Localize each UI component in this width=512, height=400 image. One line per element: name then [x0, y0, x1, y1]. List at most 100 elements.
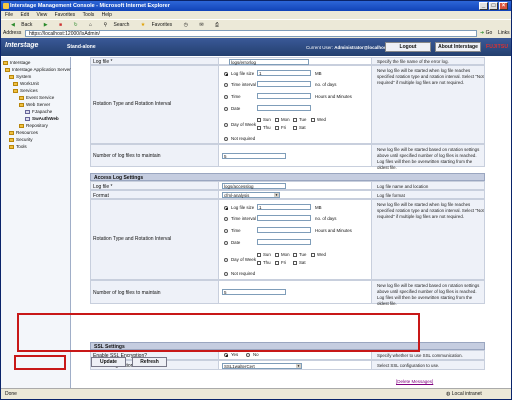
- logout-button[interactable]: Logout: [385, 42, 431, 52]
- error-date-radio[interactable]: [224, 107, 228, 111]
- ie-icon: [3, 3, 9, 9]
- access-numfiles-label: Number of log files to maintain: [93, 290, 161, 296]
- tree-item-security[interactable]: Security: [9, 136, 33, 143]
- access-date-radio[interactable]: [224, 241, 228, 245]
- access-time-input[interactable]: [257, 227, 311, 233]
- error-sat-checkbox[interactable]: [293, 126, 297, 130]
- access-format-select[interactable]: cfml-analysis ▼: [222, 192, 280, 198]
- error-numfiles-desc: New log file will be started based on ro…: [377, 147, 480, 170]
- title-bar: Interstage Management Console - Microsof…: [1, 1, 511, 11]
- links-label[interactable]: Links: [498, 30, 510, 37]
- access-dayofweek-radio[interactable]: [224, 258, 228, 262]
- access-fri-checkbox[interactable]: [275, 261, 279, 265]
- access-sat-checkbox[interactable]: [293, 261, 297, 265]
- page-viewport: Interstage Stand-alone Current User: Adm…: [1, 38, 511, 388]
- tree-item-fjapache[interactable]: FJapache: [25, 108, 52, 115]
- error-fri-checkbox[interactable]: [275, 126, 279, 130]
- error-time-input[interactable]: [257, 93, 311, 99]
- tree-item-interstage[interactable]: Interstage: [3, 59, 30, 66]
- access-tue-checkbox[interactable]: [293, 253, 297, 257]
- tree-item-services[interactable]: Services: [13, 87, 38, 94]
- access-notrequired-radio[interactable]: [224, 272, 228, 276]
- update-highlight-box: [14, 355, 66, 370]
- access-wed-checkbox[interactable]: [311, 253, 315, 257]
- document-icon: [25, 116, 30, 121]
- access-sun-checkbox[interactable]: [257, 253, 261, 257]
- error-log-file-row: Log file * logs/errorlog Specify the fil…: [90, 57, 485, 65]
- access-rotation-desc: New log file will be started when log fi…: [377, 202, 484, 219]
- menu-view[interactable]: View: [36, 12, 47, 18]
- error-mon-checkbox[interactable]: [275, 118, 279, 122]
- access-thu-checkbox[interactable]: [257, 261, 261, 265]
- tree-item-system[interactable]: System: [9, 73, 31, 80]
- access-rotation-row: Rotation Type and Rotation Interval Log …: [90, 199, 485, 280]
- ssl-yes-radio[interactable]: [224, 353, 228, 357]
- about-button[interactable]: About Interstage: [435, 42, 481, 52]
- error-sun-checkbox[interactable]: [257, 118, 261, 122]
- refresh-button[interactable]: Refresh: [132, 357, 167, 367]
- error-time-radio[interactable]: [224, 95, 228, 99]
- access-mon-checkbox[interactable]: [275, 253, 279, 257]
- address-label: Address: [3, 30, 22, 36]
- delete-messages-link[interactable]: [Delete Messages]: [396, 379, 433, 384]
- error-rotation-desc: New log file will be started when log fi…: [377, 68, 484, 85]
- access-time-radio[interactable]: [224, 229, 228, 233]
- ssl-highlight-box: [17, 313, 420, 352]
- tree-item-resources[interactable]: Resources: [9, 129, 38, 136]
- tree-item-event-service[interactable]: Event Service: [19, 94, 54, 101]
- menu-file[interactable]: File: [5, 12, 13, 18]
- minimize-button[interactable]: _: [479, 2, 488, 10]
- maximize-button[interactable]: □: [489, 2, 498, 10]
- error-logsize-radio[interactable]: [224, 72, 228, 76]
- error-logsize-input[interactable]: 1: [257, 70, 311, 76]
- error-timeinterval-radio[interactable]: [224, 83, 228, 87]
- error-notrequired-radio[interactable]: [224, 137, 228, 141]
- access-timeinterval-input[interactable]: [257, 215, 311, 221]
- access-log-file-input[interactable]: logs/accesslog: [222, 183, 286, 189]
- access-numfiles-input[interactable]: 5: [222, 289, 286, 295]
- update-button[interactable]: Update: [91, 357, 126, 367]
- error-date-input[interactable]: [257, 105, 311, 111]
- access-logsize-radio[interactable]: [224, 206, 228, 210]
- go-arrow-icon: ➜: [480, 30, 485, 36]
- error-numfiles-row: Number of log files to maintain 5 New lo…: [90, 144, 485, 170]
- menu-favorites[interactable]: Favorites: [55, 12, 76, 18]
- error-wed-checkbox[interactable]: [311, 118, 315, 122]
- menu-bar: File Edit View Favorites Tools Help: [1, 11, 511, 19]
- address-field[interactable]: https://localhost:12000/IsAdmin/: [25, 30, 477, 37]
- ssl-no-radio[interactable]: [246, 353, 250, 357]
- tree-item-workunit[interactable]: WorkUnit: [13, 80, 39, 87]
- ssl-config-select[interactable]: SSL1walterCert ▼: [222, 363, 302, 369]
- error-tue-checkbox[interactable]: [293, 118, 297, 122]
- go-button[interactable]: ➜ Go: [480, 30, 496, 37]
- error-thu-checkbox[interactable]: [257, 126, 261, 130]
- folder-icon: [3, 60, 8, 65]
- ssl-enable-desc: Specify whether to use SSL communication…: [377, 353, 463, 358]
- menu-edit[interactable]: Edit: [20, 12, 29, 18]
- tree-item-web-server[interactable]: Web Server: [19, 101, 50, 108]
- access-logsize-input[interactable]: 1: [257, 204, 311, 210]
- access-timeinterval-radio[interactable]: [224, 217, 228, 221]
- error-timeinterval-input[interactable]: [257, 81, 311, 87]
- globe-icon: ◍: [446, 391, 451, 397]
- access-numfiles-row: Number of log files to maintain 5 New lo…: [90, 280, 485, 306]
- access-log-header: Access Log Settings: [90, 173, 485, 181]
- access-date-input[interactable]: [257, 239, 311, 245]
- tree-item-swauthweb[interactable]: SwAuthWeb: [25, 115, 59, 122]
- menu-help[interactable]: Help: [102, 12, 112, 18]
- error-numfiles-input[interactable]: 5: [222, 153, 286, 159]
- tree-item-repository[interactable]: Repository: [19, 122, 48, 129]
- folder-icon: [19, 95, 24, 100]
- interstage-logo: Interstage: [5, 42, 39, 49]
- status-bar: Done ◍ Local intranet: [1, 388, 511, 399]
- close-button[interactable]: ×: [499, 2, 508, 10]
- tree-item-app-server[interactable]: Interstage Application Server: [5, 66, 71, 73]
- tree-item-tools[interactable]: Tools: [9, 143, 27, 150]
- folder-icon: [9, 144, 14, 149]
- product-mode: Stand-alone: [67, 44, 96, 50]
- ssl-config-desc: Select SSL configuration to use.: [377, 363, 440, 368]
- security-zone: ◍ Local intranet: [446, 391, 482, 397]
- chevron-down-icon: ▼: [296, 364, 301, 368]
- error-dayofweek-radio[interactable]: [224, 123, 228, 127]
- menu-tools[interactable]: Tools: [83, 12, 95, 18]
